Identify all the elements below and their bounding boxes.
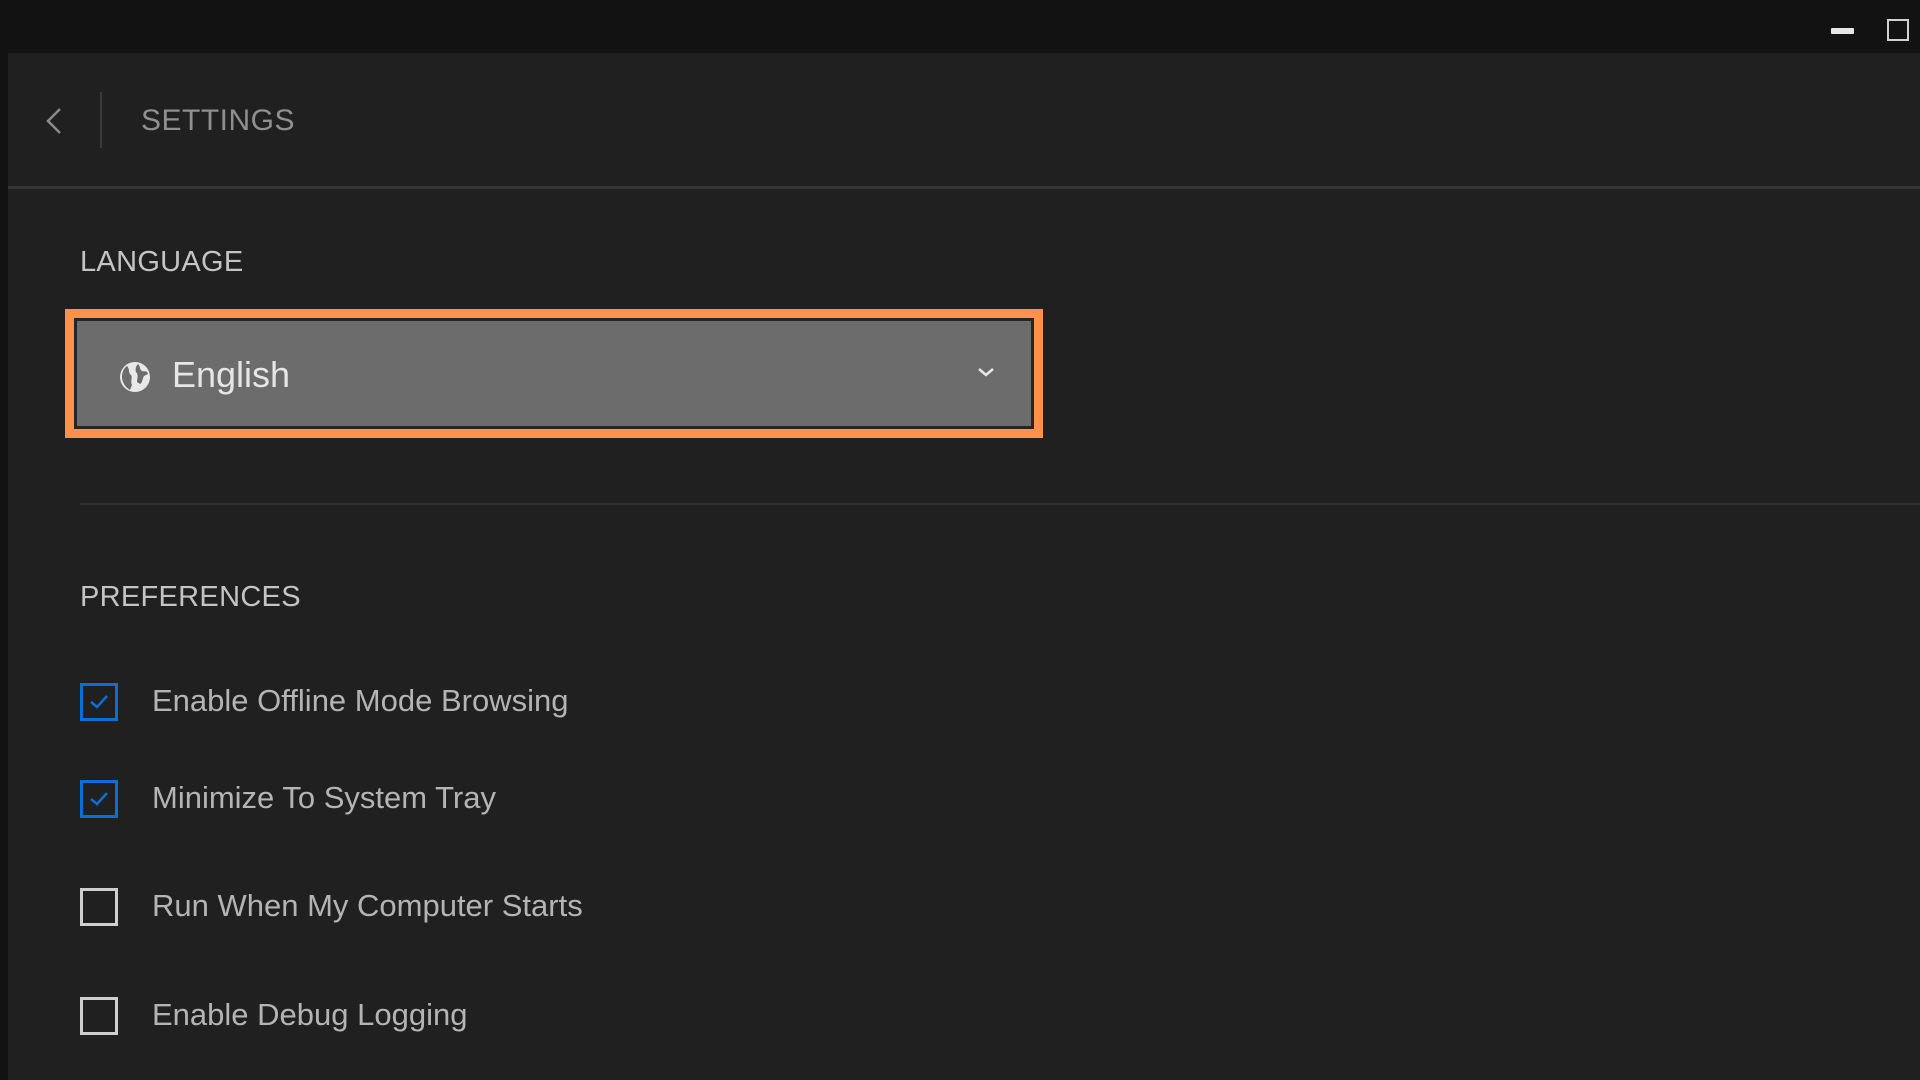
preference-label: Enable Debug Logging bbox=[152, 997, 468, 1032]
page-header: SETTINGS bbox=[8, 53, 1920, 186]
checkbox-checked[interactable] bbox=[80, 780, 118, 818]
preference-label: Minimize To System Tray bbox=[152, 780, 496, 815]
checkmark-icon bbox=[90, 792, 108, 806]
preference-run-at-startup[interactable]: Run When My Computer Starts bbox=[80, 888, 780, 928]
checkbox-unchecked[interactable] bbox=[80, 888, 118, 926]
header-separator bbox=[8, 186, 1920, 189]
title-bar bbox=[0, 0, 1920, 53]
preference-debug-logging[interactable]: Enable Debug Logging bbox=[80, 997, 780, 1037]
header-divider bbox=[100, 92, 102, 148]
preference-minimize-to-tray[interactable]: Minimize To System Tray bbox=[80, 780, 780, 820]
language-dropdown[interactable]: English bbox=[74, 318, 1034, 429]
section-divider bbox=[80, 503, 1920, 505]
language-section-title: LANGUAGE bbox=[80, 246, 244, 278]
chevron-down-icon bbox=[978, 368, 994, 377]
preferences-section-title: PREFERENCES bbox=[80, 581, 301, 613]
minimize-icon[interactable] bbox=[1831, 28, 1854, 34]
checkmark-icon bbox=[90, 695, 108, 709]
preference-label: Run When My Computer Starts bbox=[152, 888, 583, 923]
checkbox-unchecked[interactable] bbox=[80, 997, 118, 1035]
preference-label: Enable Offline Mode Browsing bbox=[152, 683, 569, 718]
preference-offline-mode[interactable]: Enable Offline Mode Browsing bbox=[80, 683, 780, 723]
language-selected-value: English bbox=[172, 354, 291, 395]
back-button[interactable] bbox=[38, 101, 72, 141]
checkbox-checked[interactable] bbox=[80, 683, 118, 721]
page-title: SETTINGS bbox=[141, 104, 296, 137]
chevron-left-icon bbox=[46, 108, 61, 134]
globe-icon bbox=[120, 362, 150, 392]
window-edge bbox=[0, 53, 8, 1080]
settings-page: SETTINGS LANGUAGE English PREFERENCES En… bbox=[8, 53, 1920, 1080]
maximize-icon[interactable] bbox=[1887, 19, 1909, 41]
